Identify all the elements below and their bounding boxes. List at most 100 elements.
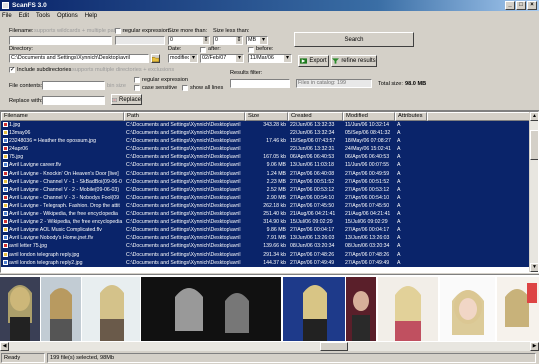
replace-button-label: Replace xyxy=(118,96,141,103)
cell-path-text: C:\Documents and Settings\Xynnich\Deskto… xyxy=(126,259,241,266)
cell-modified: 27/Apr/06 00:54:10 xyxy=(343,194,395,202)
thumbnail-image[interactable] xyxy=(41,277,81,341)
column-filename[interactable]: Filename xyxy=(1,112,124,121)
date-mode-select[interactable]: modified xyxy=(168,54,198,63)
thumbnail-image[interactable] xyxy=(346,277,376,341)
table-row[interactable]: Avril Lavigne career.flv C:\Documents and… xyxy=(1,161,530,170)
refine-results-button[interactable]: refine results xyxy=(331,55,377,67)
scroll-down-button[interactable]: ▼ xyxy=(530,263,538,272)
table-row[interactable]: avril london telegraph reply.jpg C:\Docum… xyxy=(1,250,530,259)
cell-path-text: C:\Documents and Settings\Xynnich\Deskto… xyxy=(126,194,241,201)
cell-modified: 24/May/06 15:02:41 xyxy=(343,145,395,153)
maximize-button[interactable]: □ xyxy=(516,1,526,10)
table-row[interactable]: Avril Lavigne - Telegraph. Fashion. Drop… xyxy=(1,201,530,211)
thumbnail-image[interactable] xyxy=(497,277,539,341)
cell-size-text: 144.37 kb xyxy=(263,259,286,266)
before-date-picker[interactable]: 11/Mar/06 xyxy=(248,54,292,63)
file-icon xyxy=(3,243,8,249)
table-row[interactable]: avril london telegraph reply2.jpg C:\Docu… xyxy=(1,258,530,267)
thumbnail-image[interactable] xyxy=(440,277,495,341)
table-row[interactable]: 75.jpg C:\Documents and Settings\Xynnich\… xyxy=(1,153,530,162)
cell-created-text: 21/Aug/06 04:21:41 xyxy=(290,211,336,218)
results-filter-label: Results filter: xyxy=(230,70,263,76)
table-row[interactable]: avril letter 75.jpg C:\Documents and Sett… xyxy=(1,242,530,251)
regex-contents-checkbox[interactable] xyxy=(134,77,140,83)
cell-modified: 27/Apr/06 07:48:26 xyxy=(343,251,395,259)
column-modified[interactable]: Modified xyxy=(343,112,395,121)
regex-field[interactable] xyxy=(115,36,165,45)
menu-help[interactable]: Help xyxy=(85,13,97,19)
thumbnail-image[interactable] xyxy=(82,277,140,341)
menu-tools[interactable]: Tools xyxy=(36,13,50,19)
replace-with-input[interactable] xyxy=(42,96,105,105)
include-subdirs-checkbox[interactable]: ✓ xyxy=(9,67,15,73)
cell-size: 9.86 MB xyxy=(245,226,288,234)
thumbnail-image[interactable] xyxy=(141,277,281,341)
table-row[interactable]: 13may06 C:\Documents and Settings\Xynnich… xyxy=(1,129,530,138)
column-path[interactable]: Path xyxy=(124,112,245,121)
scroll-right-button[interactable]: ▶ xyxy=(530,342,539,351)
cell-modified-text: 27/Apr/06 07:49:49 xyxy=(345,259,390,266)
directory-input[interactable]: C:\Documents and Settings\Xynnich\Deskto… xyxy=(9,54,149,63)
column-created[interactable]: Created xyxy=(288,112,343,121)
horizontal-scroll-thumb[interactable] xyxy=(320,342,348,351)
show-all-lines-checkbox[interactable] xyxy=(182,85,188,91)
regex-checkbox[interactable] xyxy=(115,28,121,34)
cell-path: C:\Documents and Settings\Xynnich\Deskto… xyxy=(124,226,245,234)
column-size[interactable]: Size xyxy=(245,112,288,121)
case-sensitive-checkbox[interactable] xyxy=(134,85,140,91)
cell-created: 15/Sep/06 07:43:57 xyxy=(288,137,343,145)
table-row[interactable]: Avril Lavigne Nobody's Home.jnet.flv C:\D… xyxy=(1,234,530,243)
table-row[interactable]: Avril Lavigne - Channel V - 2 - Mobile(0… xyxy=(1,185,530,194)
cell-created-text: 27/Apr/06 00:04:17 xyxy=(290,227,335,234)
search-button[interactable]: Search xyxy=(294,32,414,47)
after-date-picker[interactable]: 02/Feb/07 xyxy=(200,54,244,63)
cell-created-text: 27/Apr/06 07:48:26 xyxy=(290,251,335,258)
table-row[interactable]: Avril Lavigne 2 - Wikipedia, the free en… xyxy=(1,218,530,227)
size-unit-select[interactable]: MB xyxy=(246,36,268,45)
results-filter-input[interactable] xyxy=(230,79,290,88)
cell-modified-text: 27/Apr/06 00:54:10 xyxy=(345,194,390,201)
table-row[interactable]: 24apr06 C:\Documents and Settings\Xynnich… xyxy=(1,145,530,154)
table-row[interactable]: Avril Lavigne - Channel V - 3 - Nobodys … xyxy=(1,193,530,202)
size-more-input[interactable]: 0 xyxy=(168,36,210,45)
menu-options[interactable]: Options xyxy=(57,13,78,19)
cell-path: C:\Documents and Settings\Xynnich\Deskto… xyxy=(124,234,245,242)
cell-filename-text: Avril Lavigne career.flv xyxy=(9,162,62,169)
close-button[interactable]: × xyxy=(527,1,537,10)
size-less-input[interactable]: 0 xyxy=(213,36,243,45)
thumbnail-image[interactable] xyxy=(0,277,40,341)
cell-path-text: C:\Documents and Settings\Xynnich\Deskto… xyxy=(126,122,241,128)
table-row[interactable]: Avril Lavigne AOL Music Complicated.flv C… xyxy=(1,226,530,235)
cell-size-text: 9.86 MB xyxy=(266,227,286,234)
browse-directory-button[interactable] xyxy=(151,54,160,63)
thumbnail-image[interactable] xyxy=(378,277,438,341)
thumbnail-image[interactable] xyxy=(283,277,345,341)
cell-size xyxy=(245,145,288,153)
menu-edit[interactable]: Edit xyxy=(19,13,29,19)
scroll-left-button[interactable]: ◀ xyxy=(0,342,9,351)
table-row[interactable]: Avril Lavigne - Knockin' On Heaven's Doo… xyxy=(1,169,530,178)
file-contents-input[interactable] xyxy=(42,81,105,90)
cell-path-text: C:\Documents and Settings\Xynnich\Deskto… xyxy=(126,130,241,137)
menu-file[interactable]: File xyxy=(2,13,12,19)
cell-size: 262.18 kb xyxy=(245,202,288,210)
scroll-up-button[interactable]: ▲ xyxy=(530,112,538,121)
filename-input[interactable] xyxy=(9,36,112,45)
table-row[interactable]: Avril Lavigne - Wikipedia, the free ency… xyxy=(1,210,530,219)
horizontal-scrollbar[interactable]: ◀ ▶ xyxy=(0,342,539,351)
vertical-scrollbar[interactable]: ▲ ▼ xyxy=(529,112,538,272)
column-attributes[interactable]: Attributes xyxy=(395,112,427,121)
cell-modified-text: 18/May/06 07:08:27 xyxy=(345,138,391,145)
minimize-button[interactable]: _ xyxy=(505,1,515,10)
cell-created-text: 15/Sep/06 07:43:57 xyxy=(290,138,336,145)
table-row[interactable]: 23248036 = Heather the opossum.jpg C:\Doc… xyxy=(1,137,530,146)
replace-button[interactable]: Replace xyxy=(111,94,142,105)
table-row[interactable]: 1.jpg C:\Documents and Settings\Xynnich\D… xyxy=(1,121,530,130)
column-filler xyxy=(427,112,530,121)
export-button[interactable]: Export xyxy=(298,55,329,67)
after-checkbox[interactable] xyxy=(200,47,206,53)
table-row[interactable]: Avril Lavigne - Channel V - 1 - SkBadBoi… xyxy=(1,177,530,186)
vertical-scroll-thumb[interactable] xyxy=(530,130,538,160)
before-checkbox[interactable] xyxy=(248,47,254,53)
